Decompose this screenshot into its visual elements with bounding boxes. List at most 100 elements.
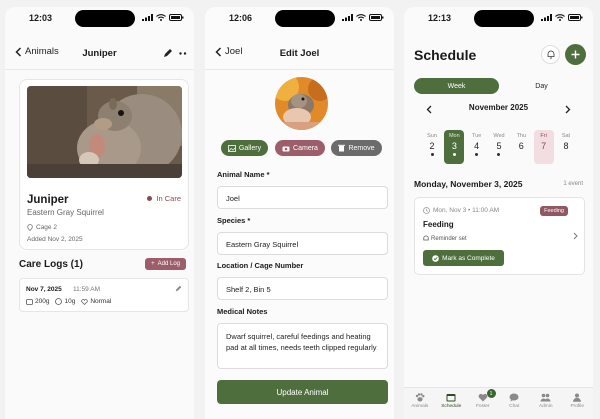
species-label: Species *: [217, 216, 251, 225]
remove-photo-button[interactable]: Remove: [331, 140, 382, 156]
dynamic-island: [474, 10, 534, 27]
tab-foster[interactable]: Foster 1: [467, 388, 499, 419]
status-icons: [142, 14, 184, 21]
event-dot: [497, 153, 501, 156]
tab-bar: Animals Schedule Foster 1 Chat Admin Profile: [404, 387, 593, 419]
tab-chat[interactable]: Chat: [499, 388, 531, 419]
event-dot: [475, 153, 479, 156]
animal-photo: [27, 86, 182, 178]
person-icon: [572, 393, 582, 404]
day-name: Wed: [493, 133, 505, 139]
chevron-right-icon[interactable]: [565, 105, 571, 114]
day-name: Fri: [540, 133, 547, 139]
pencil-icon[interactable]: [163, 48, 173, 58]
day-mon[interactable]: Mon 3: [444, 130, 465, 164]
tab-admin[interactable]: Admin: [530, 388, 562, 419]
location-field[interactable]: Shelf 2, Bin 5: [217, 277, 388, 300]
week-tab[interactable]: Week: [414, 78, 499, 94]
camera-button[interactable]: Camera: [275, 140, 325, 156]
animal-species: Eastern Gray Squirrel: [27, 208, 104, 217]
signal-icon: [142, 14, 153, 21]
nav-bar: Animals Juniper: [5, 41, 194, 67]
care-log-card[interactable]: Nov 7, 2025 11:59 AM 200g 10g Normal: [19, 278, 189, 312]
mark-complete-button[interactable]: Mark as Complete: [423, 250, 504, 266]
gallery-button[interactable]: Gallery: [221, 140, 268, 156]
more-icon[interactable]: [179, 52, 187, 55]
battery-icon: [169, 14, 184, 21]
page-title: Edit Joel: [279, 48, 320, 59]
animal-avatar[interactable]: [275, 77, 328, 130]
day-name: Thu: [516, 133, 527, 139]
view-toggle: Week Day: [414, 78, 584, 94]
clock-icon: [423, 207, 430, 214]
day-number: 7: [541, 141, 547, 151]
status-bar: 12:03: [5, 7, 194, 29]
day-thu[interactable]: Thu 6: [511, 130, 531, 164]
edit-animal-screen: 12:06 Joel Edit Joel Gallery Camera Remo…: [205, 7, 394, 419]
tab-label: Admin: [538, 404, 553, 409]
signal-icon: [541, 14, 552, 21]
status-time: 12:03: [29, 13, 53, 23]
care-logs-heading: Care Logs (1): [19, 259, 83, 270]
tab-label: Chat: [509, 404, 520, 409]
tab-animals[interactable]: Animals: [404, 388, 436, 419]
day-number: 2: [429, 141, 435, 151]
medical-notes-label: Medical Notes: [217, 307, 268, 316]
event-title: Feeding: [423, 220, 454, 229]
event-card[interactable]: Mon, Nov 3 • 11:00 AM Feeding Feeding Re…: [414, 197, 585, 275]
notifications-button[interactable]: [541, 45, 560, 64]
screens: 12:03 Animals Juniper Juniper Eastern Gr…: [0, 0, 600, 419]
day-number: 3: [451, 141, 457, 151]
species-field[interactable]: Eastern Gray Squirrel: [217, 232, 388, 255]
day-number: 6: [518, 141, 524, 151]
status-label: In Care: [156, 194, 181, 203]
update-animal-button[interactable]: Update Animal: [217, 380, 388, 404]
tab-label: Animals: [411, 404, 429, 409]
add-event-button[interactable]: [565, 44, 586, 65]
day-tab[interactable]: Day: [499, 78, 584, 94]
add-log-label: Add Log: [157, 261, 180, 267]
reminder-row: Reminder set: [423, 235, 467, 242]
status-bar: 12:13: [404, 7, 593, 29]
schedule-screen: 12:13 Schedule Week Day November 2025 Su…: [404, 7, 593, 419]
log-condition: Normal: [81, 298, 111, 305]
add-log-button[interactable]: + Add Log: [145, 258, 186, 270]
calendar-icon: [446, 393, 456, 404]
nav-bar: Joel Edit Joel: [205, 41, 394, 67]
animal-name: Juniper: [27, 194, 69, 206]
day-name: Sat: [561, 133, 571, 139]
plus-icon: [571, 50, 580, 59]
medical-notes-field[interactable]: Dwarf squirrel, careful feedings and hea…: [217, 323, 388, 369]
day-wed[interactable]: Wed 5: [489, 130, 509, 164]
battery-icon: [369, 14, 384, 21]
log-date: Nov 7, 2025: [26, 286, 62, 293]
bell-icon: [547, 50, 554, 59]
plus-icon: +: [151, 261, 155, 267]
edit-icon[interactable]: [175, 285, 182, 292]
day-number: 5: [496, 141, 502, 151]
month-label: November 2025: [468, 103, 529, 112]
status-icons: [342, 14, 384, 21]
check-circle-icon: [432, 254, 439, 262]
status-time: 12:13: [428, 13, 452, 23]
wifi-icon: [356, 14, 366, 21]
month-navigator: November 2025: [414, 103, 583, 117]
tab-schedule[interactable]: Schedule: [436, 388, 468, 419]
tab-label: Foster: [475, 404, 490, 409]
nav-divider: [5, 69, 194, 70]
day-sun[interactable]: Sun 2: [422, 130, 442, 164]
animal-name-label: Animal Name *: [217, 170, 270, 179]
nav-divider: [205, 69, 394, 70]
day-tue[interactable]: Tue 4: [467, 130, 487, 164]
animal-name-field[interactable]: Joel: [217, 186, 388, 209]
day-sat[interactable]: Sat 8: [556, 130, 576, 164]
image-icon: [228, 144, 236, 152]
chat-icon: [509, 393, 519, 404]
wifi-icon: [555, 14, 565, 21]
day-fri[interactable]: Fri 7: [533, 130, 554, 164]
day-name: Tue: [472, 133, 482, 139]
tab-profile[interactable]: Profile: [562, 388, 594, 419]
bell-icon: [423, 235, 429, 241]
status-icons: [541, 14, 583, 21]
heart-icon: [81, 298, 89, 305]
